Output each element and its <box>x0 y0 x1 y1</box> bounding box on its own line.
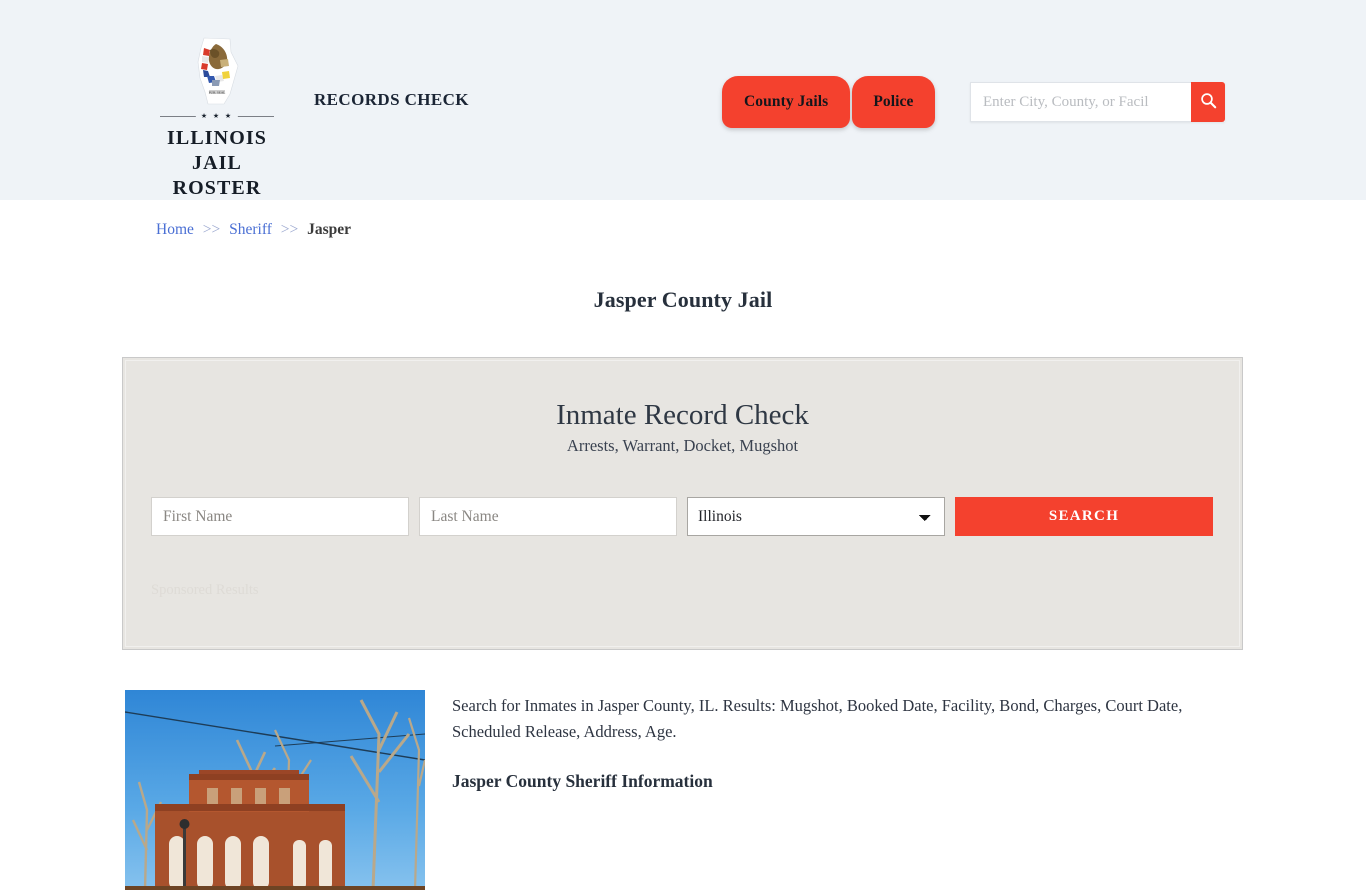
header-search-input[interactable] <box>970 82 1191 122</box>
state-select[interactable]: Illinois <box>687 497 945 536</box>
inmate-record-check-panel: Inmate Record Check Arrests, Warrant, Do… <box>122 357 1243 650</box>
header-search-button[interactable] <box>1191 82 1225 122</box>
sheriff-information-heading: Jasper County Sheriff Information <box>452 771 713 791</box>
brand-name: ILLINOIS JAIL ROSTER <box>152 126 282 201</box>
brand-divider-stars: ★ ★ ★ <box>195 112 239 121</box>
county-info-text: Search for Inmates in Jasper County, IL.… <box>452 690 1245 890</box>
county-info-paragraph: Search for Inmates in Jasper County, IL.… <box>452 696 1183 741</box>
nav-tab-county-jails[interactable]: County Jails <box>722 76 851 128</box>
illinois-state-emblem-icon: PUB. SEAL <box>186 36 248 108</box>
breadcrumb-item-current: Jasper <box>307 221 352 238</box>
site-tagline: RECORDS CHECK <box>314 90 469 109</box>
breadcrumb: Home >> Sheriff >> Jasper <box>156 221 351 239</box>
courthouse-photo <box>125 690 425 890</box>
sponsored-results-label: Sponsored Results <box>151 582 259 598</box>
inmate-search-button[interactable]: SEARCH <box>955 497 1213 536</box>
page-title: Jasper County Jail <box>593 286 773 312</box>
nav-tab-police[interactable]: Police <box>852 76 935 128</box>
brand-name-line1: ILLINOIS <box>167 127 267 149</box>
primary-nav: County Jails Police <box>722 76 935 128</box>
header-search <box>970 82 1225 122</box>
first-name-input[interactable] <box>151 497 409 536</box>
brand-divider: ★ ★ ★ <box>160 112 274 121</box>
site-header: PUB. SEAL ★ ★ ★ ILLINOIS JAIL ROSTER REC… <box>0 0 1366 200</box>
breadcrumb-item-home[interactable]: Home <box>156 221 194 238</box>
panel-heading: Inmate Record Check <box>556 399 809 431</box>
breadcrumb-separator: >> <box>280 221 299 238</box>
header-inner: PUB. SEAL ★ ★ ★ ILLINOIS JAIL ROSTER REC… <box>0 0 1366 200</box>
svg-text:PUB. SEAL: PUB. SEAL <box>209 91 226 95</box>
search-icon <box>1200 92 1217 112</box>
site-logo[interactable]: PUB. SEAL ★ ★ ★ ILLINOIS JAIL ROSTER <box>152 36 282 201</box>
last-name-input[interactable] <box>419 497 677 536</box>
breadcrumb-separator: >> <box>202 221 221 238</box>
county-info-section: Search for Inmates in Jasper County, IL.… <box>125 690 1245 890</box>
brand-name-line2: JAIL ROSTER <box>172 152 262 199</box>
inmate-search-form: Illinois SEARCH <box>151 497 1213 536</box>
breadcrumb-item-sheriff[interactable]: Sheriff <box>229 221 272 238</box>
panel-subheading: Arrests, Warrant, Docket, Mugshot <box>566 436 799 455</box>
